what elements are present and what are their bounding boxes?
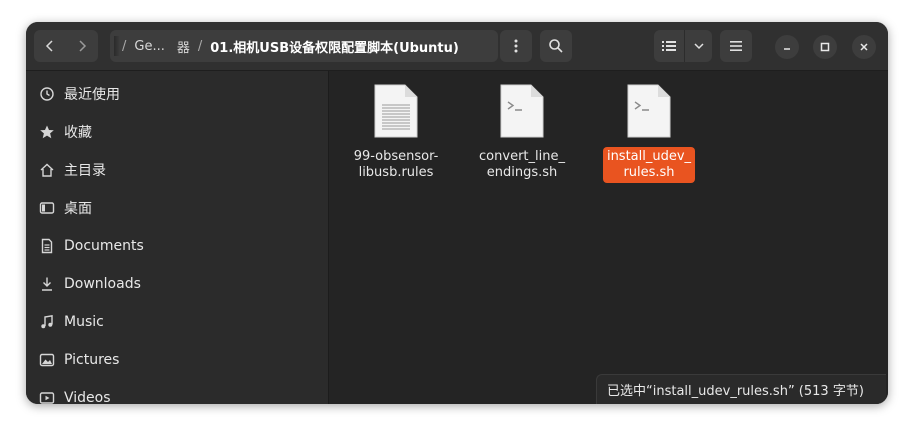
minimize-button[interactable] [775, 35, 799, 59]
sidebar-item-label: 收藏 [64, 125, 92, 141]
file-item[interactable]: convert_line_ endings.sh [472, 83, 572, 183]
sidebar-item-home[interactable]: 主目录 [38, 156, 318, 184]
clock-icon [38, 85, 56, 103]
vertical-dots-icon [514, 39, 518, 53]
hamburger-menu-icon [730, 41, 742, 51]
star-icon [38, 123, 56, 141]
sidebar-item-videos[interactable]: Videos [38, 384, 318, 404]
sidebar-item-label: 主目录 [64, 163, 106, 179]
maximize-button[interactable] [813, 35, 837, 59]
document-icon [38, 237, 56, 255]
path-segment-truncated[interactable]: Ge... [128, 39, 170, 54]
chevron-right-icon [79, 40, 87, 52]
sidebar: 最近使用 收藏 主目录 桌面 Documents Downloads Music [26, 71, 329, 404]
path-bar: / Ge... 器 / 01.相机USB设备权限配置脚本(Ubuntu) [110, 30, 498, 62]
list-view-icon [662, 41, 676, 51]
file-name: convert_line_ endings.sh [479, 149, 565, 180]
picture-icon [38, 351, 56, 369]
desktop-icon [38, 199, 56, 217]
chevron-left-icon [45, 40, 53, 52]
sidebar-item-label: Music [64, 314, 104, 330]
minimize-icon [784, 48, 790, 50]
file-item[interactable]: 99-obsensor- libusb.rules [346, 83, 446, 183]
sidebar-item-music[interactable]: Music [38, 308, 318, 336]
sidebar-item-downloads[interactable]: Downloads [38, 270, 318, 298]
view-options-dropdown[interactable] [685, 30, 712, 62]
selection-status: 已选中“install_udev_rules.sh” (513 字节) [596, 374, 886, 404]
chevron-down-icon [693, 43, 704, 50]
navigation-buttons [34, 30, 98, 62]
script-file-icon [627, 84, 671, 138]
back-button[interactable] [34, 30, 66, 62]
sidebar-item-recent[interactable]: 最近使用 [38, 80, 318, 108]
sidebar-item-pictures[interactable]: Pictures [38, 346, 318, 374]
sidebar-item-label: 桌面 [64, 201, 92, 217]
file-item-selected[interactable]: install_udev_ rules.sh [599, 83, 699, 183]
file-name: install_udev_ rules.sh [602, 147, 696, 183]
close-button[interactable] [852, 35, 876, 59]
sidebar-item-label: Documents [64, 238, 144, 254]
music-icon [38, 313, 56, 331]
main-menu-button[interactable] [720, 30, 752, 62]
sidebar-item-documents[interactable]: Documents [38, 232, 318, 260]
sidebar-item-starred[interactable]: 收藏 [38, 118, 318, 146]
file-name: 99-obsensor- libusb.rules [353, 149, 439, 180]
maximize-icon [820, 42, 830, 52]
path-separator: / [197, 38, 203, 54]
file-view: 99-obsensor- libusb.rules convert_line_ … [329, 71, 888, 404]
sidebar-item-label: Downloads [64, 276, 141, 292]
folder-menu-button[interactable] [500, 30, 532, 62]
list-view-button[interactable] [654, 30, 684, 62]
path-segment-middle[interactable]: 器 [171, 37, 196, 56]
sidebar-item-label: Pictures [64, 352, 120, 368]
text-file-icon [374, 84, 418, 138]
header-bar: / Ge... 器 / 01.相机USB设备权限配置脚本(Ubuntu) [26, 22, 888, 71]
script-file-icon [500, 84, 544, 138]
search-button[interactable] [540, 30, 572, 62]
file-manager-window: / Ge... 器 / 01.相机USB设备权限配置脚本(Ubuntu) 最近使… [26, 22, 888, 404]
sidebar-item-label: 最近使用 [64, 87, 120, 103]
download-icon [38, 275, 56, 293]
view-toggle-group [654, 30, 712, 62]
path-separator: / [122, 38, 127, 54]
sidebar-item-desktop[interactable]: 桌面 [38, 194, 318, 222]
search-icon [549, 39, 563, 53]
path-segment-current[interactable]: 01.相机USB设备权限配置脚本(Ubuntu) [204, 37, 465, 56]
video-icon [38, 389, 56, 404]
close-icon [860, 43, 868, 51]
sidebar-item-label: Videos [64, 390, 111, 404]
home-icon [38, 161, 56, 179]
forward-button[interactable] [66, 30, 98, 62]
